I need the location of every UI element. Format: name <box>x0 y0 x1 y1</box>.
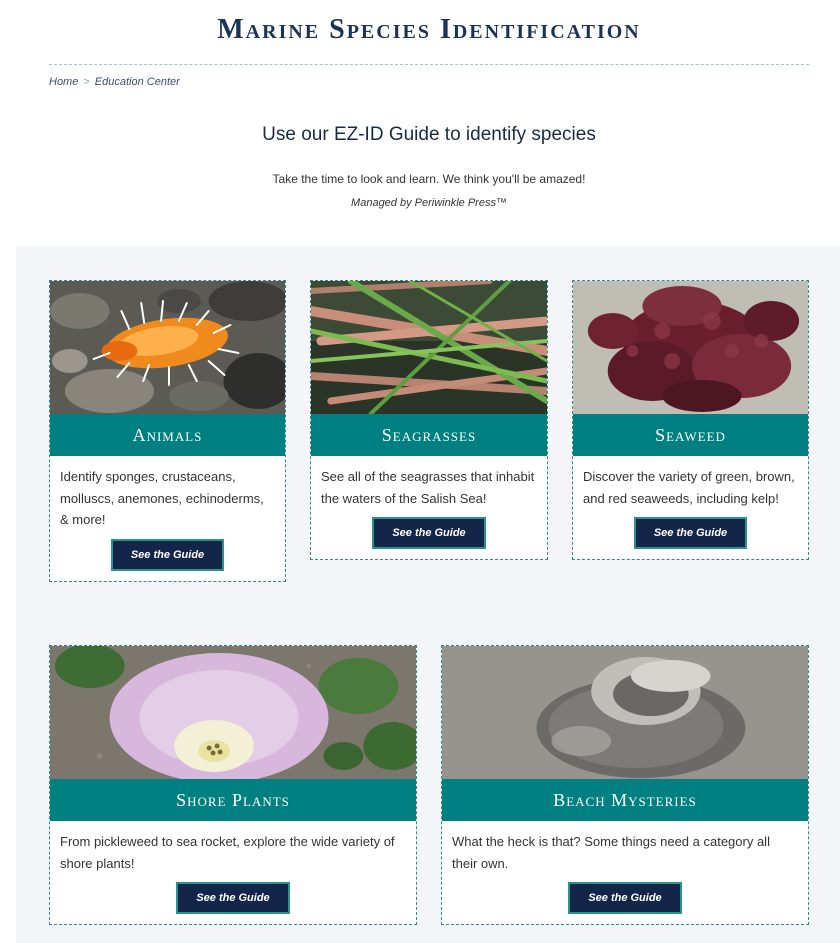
intro-tagline: Take the time to look and learn. We thin… <box>272 172 586 186</box>
site-title: Marine Species Identification <box>217 14 641 45</box>
header-divider <box>49 64 809 65</box>
card-button-wrap: See the Guide <box>573 509 808 559</box>
intro-headline: Use our EZ-ID Guide to identify species <box>262 124 596 145</box>
card-button-wrap: See the Guide <box>50 531 285 581</box>
managed-by-note: Managed by Periwinkle Press™ <box>351 197 507 209</box>
card-title: Seaweed <box>573 414 808 456</box>
card-description: Discover the variety of green, brown, an… <box>583 469 795 506</box>
nudibranch-photo[interactable] <box>50 281 285 414</box>
breadcrumb-current: Education Center <box>94 76 180 88</box>
breadcrumb-home-link[interactable]: Home <box>49 76 78 88</box>
card-title: Animals <box>50 414 285 456</box>
card-button-wrap: See the Guide <box>442 874 808 924</box>
see-the-guide-button[interactable]: See the Guide <box>372 517 486 549</box>
breadcrumb-separator: > <box>83 76 90 88</box>
breadcrumb: Home > Education Center <box>49 76 180 88</box>
card-description: Identify sponges, crustaceans, molluscs,… <box>60 469 264 527</box>
card-seagrasses: Seagrasses See all of the seagrasses tha… <box>310 280 548 560</box>
card-title: Shore Plants <box>50 779 416 821</box>
card-shore-plants: Shore Plants From pickleweed to sea rock… <box>49 645 417 925</box>
guides-panel: Animals Identify sponges, crustaceans, m… <box>16 246 840 943</box>
see-the-guide-button[interactable]: See the Guide <box>110 538 225 571</box>
see-the-guide-button[interactable]: See the Guide <box>176 882 290 914</box>
see-the-guide-button[interactable]: See the Guide <box>633 517 748 549</box>
page-header: Marine Species Identification Home > Educa… <box>0 0 840 246</box>
card-description: From pickleweed to sea rocket, explore t… <box>60 834 395 871</box>
card-title: Seagrasses <box>311 414 547 456</box>
card-seaweed: Seaweed Discover the variety of green, b… <box>572 280 809 560</box>
card-button-wrap: See the Guide <box>50 874 416 924</box>
moon-snail-collar-photo[interactable] <box>442 646 808 779</box>
card-title: Beach Mysteries <box>442 779 808 821</box>
seagrass-photo[interactable] <box>311 281 547 414</box>
card-beach-mysteries: Beach Mysteries What the heck is that? S… <box>441 645 809 925</box>
see-the-guide-button[interactable]: See the Guide <box>568 882 682 914</box>
beach-morning-glory-photo[interactable] <box>50 646 416 779</box>
card-description: See all of the seagrasses that inhabit t… <box>321 469 535 506</box>
card-description: What the heck is that? Some things need … <box>452 834 770 871</box>
red-seaweed-photo[interactable] <box>573 281 808 414</box>
card-animals: Animals Identify sponges, crustaceans, m… <box>49 280 286 582</box>
card-button-wrap: See the Guide <box>311 509 547 559</box>
